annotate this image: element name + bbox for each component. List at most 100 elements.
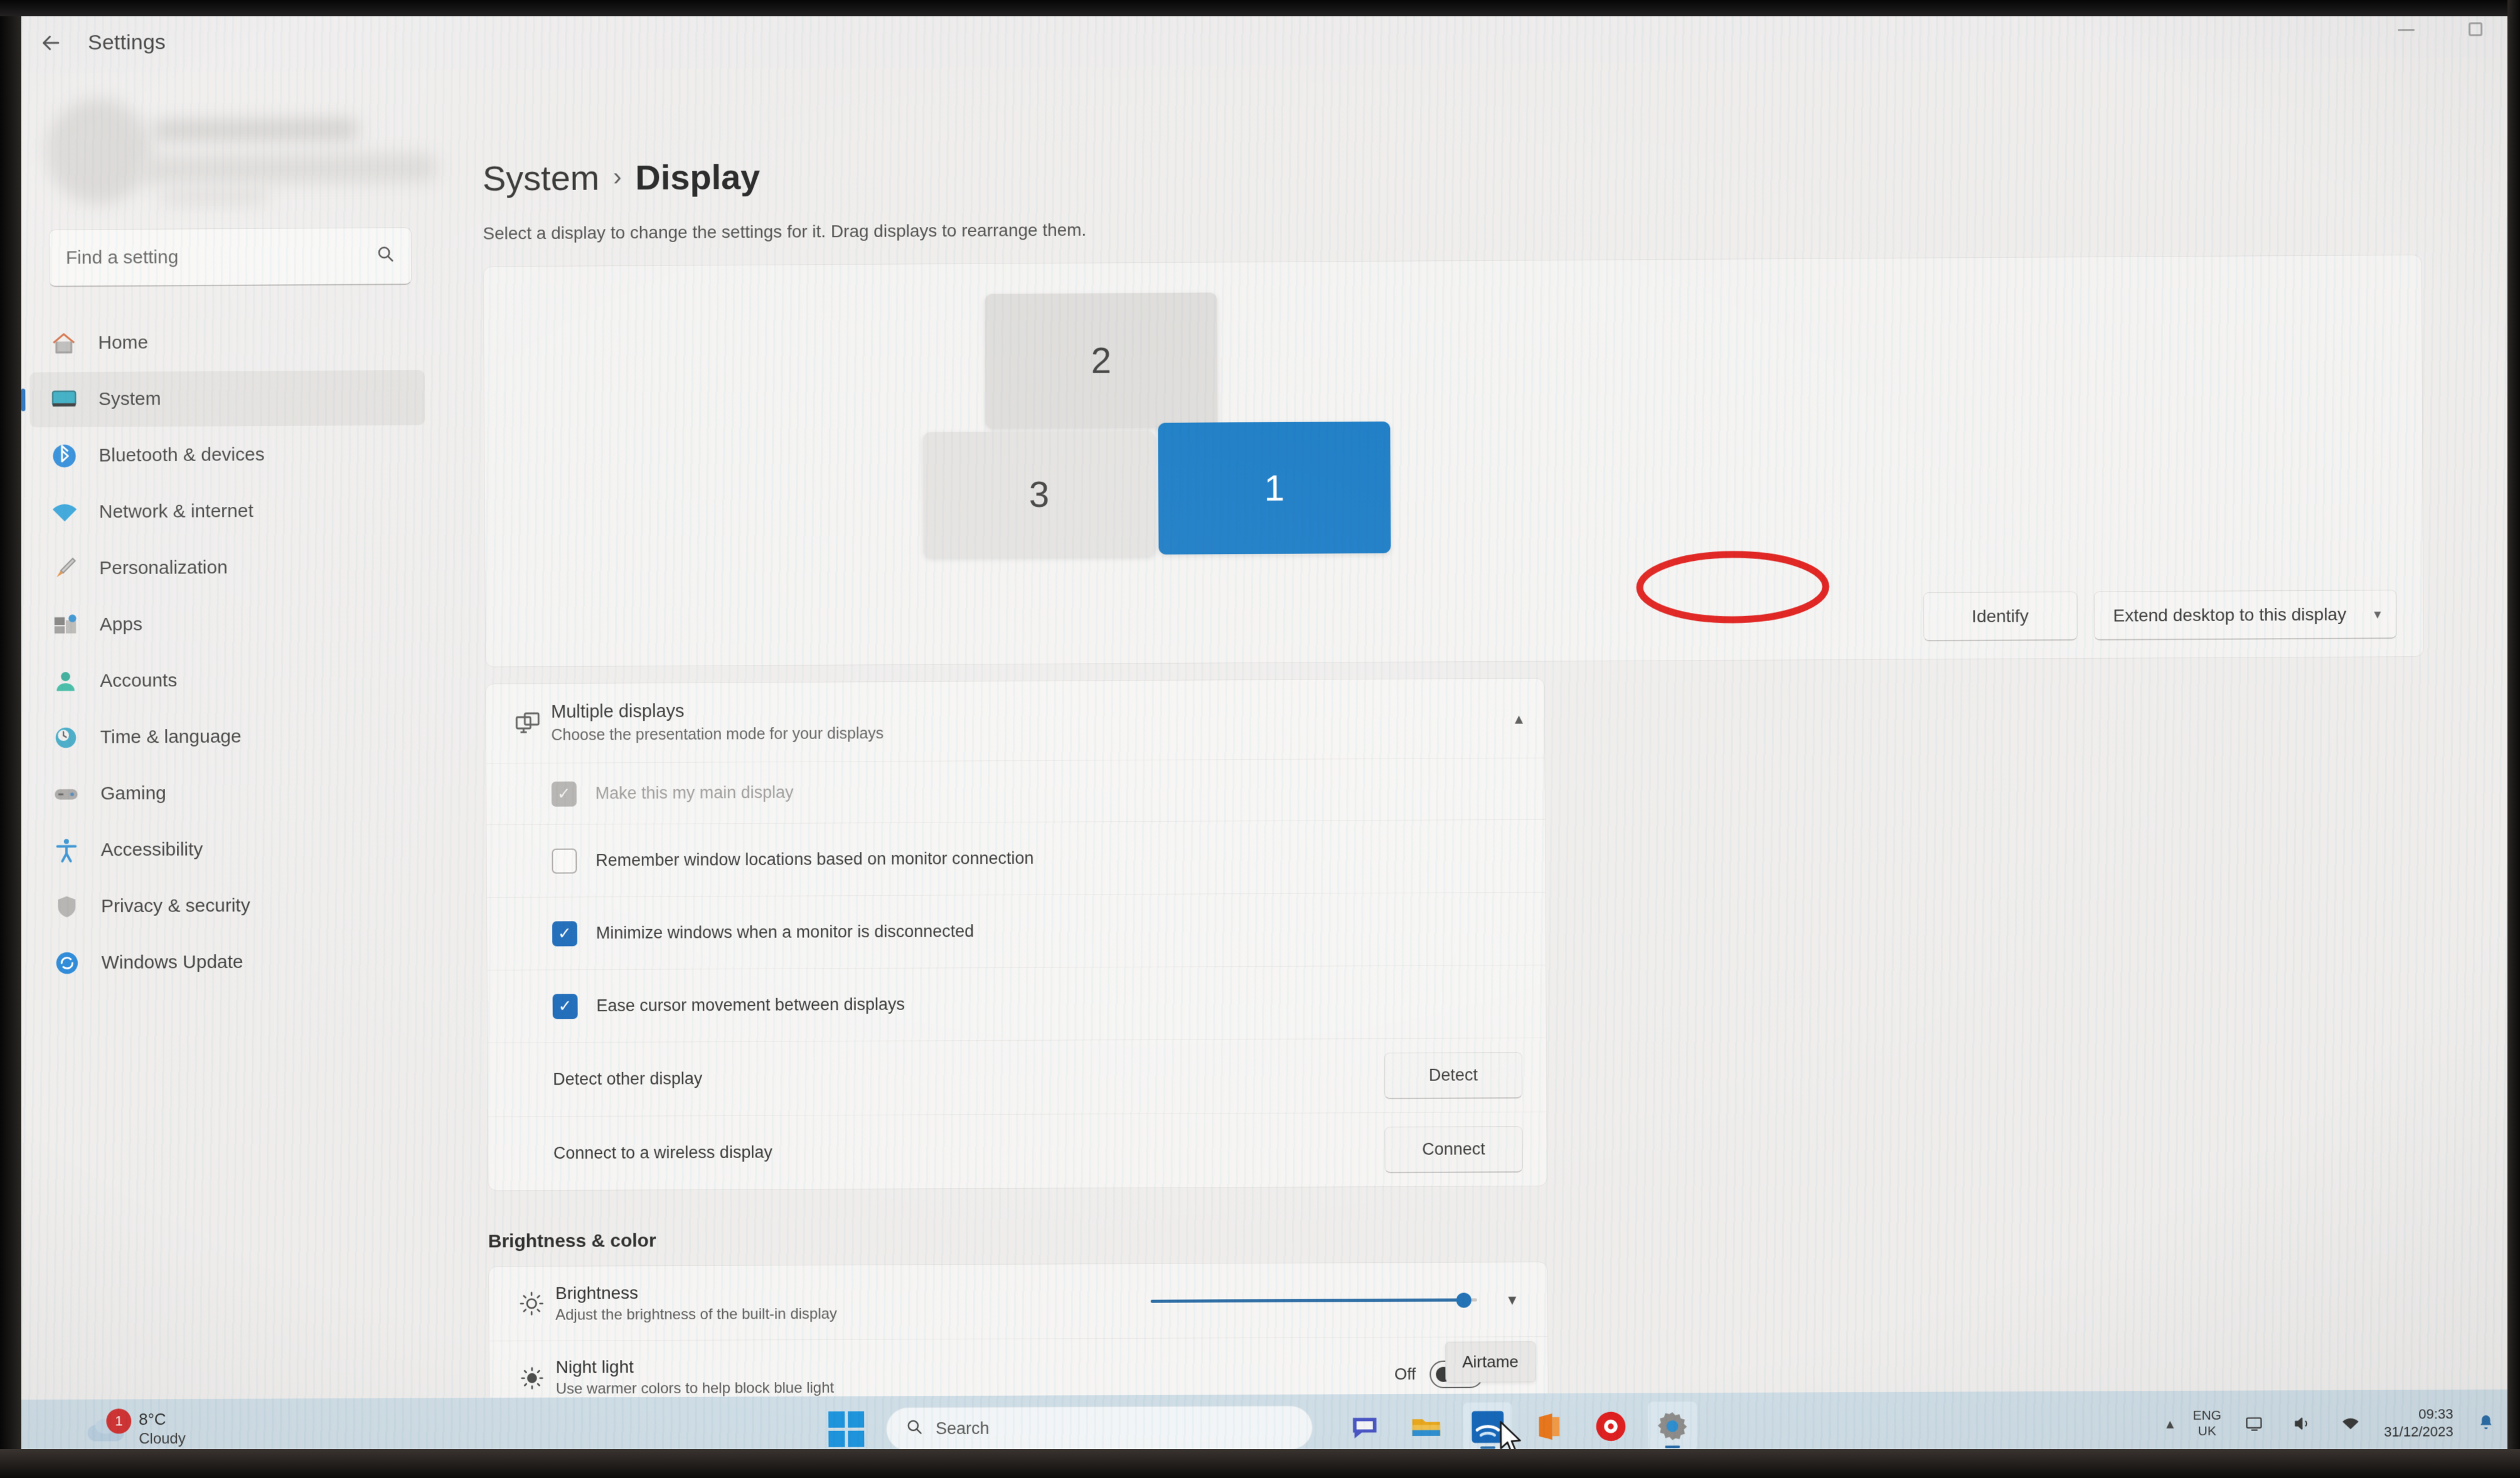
clock[interactable]: 09:33 31/12/2023 [2384, 1405, 2453, 1440]
sidebar-item-accounts[interactable]: Accounts [31, 652, 426, 709]
sidebar-item-label: Home [98, 332, 149, 353]
search-icon [376, 244, 395, 268]
brightness-color-card: Brightness Adjust the brightness of the … [488, 1262, 1549, 1398]
office-icon[interactable] [1525, 1401, 1574, 1450]
multiple-displays-subtitle: Choose the presentation mode for your di… [551, 725, 884, 744]
night-light-icon [508, 1364, 556, 1391]
restore-button[interactable] [2461, 14, 2490, 43]
clock-time: 09:33 [2418, 1406, 2453, 1422]
checkbox-main-display[interactable]: ✓ [551, 781, 577, 807]
taskbar-search[interactable]: Search [886, 1405, 1313, 1451]
sidebar-item-network-internet[interactable]: Network & internet [30, 483, 425, 540]
sidebar-item-gaming[interactable]: Gaming [31, 765, 427, 822]
multiple-displays-card: Multiple displays Choose the presentatio… [485, 678, 1548, 1191]
night-light-state: Off [1394, 1364, 1416, 1384]
sidebar-item-bluetooth-devices[interactable]: Bluetooth & devices [30, 427, 425, 484]
slider-thumb[interactable] [1456, 1292, 1472, 1308]
sidebar-item-label: Personalization [99, 557, 228, 579]
display-thumbnail-3[interactable]: 3 [922, 430, 1156, 558]
display-arrangement-panel[interactable]: 2 3 1 Identify Extend desktop to this di… [483, 254, 2425, 667]
night-light-row[interactable]: Night light Use warmer colors to help bl… [489, 1336, 1548, 1398]
sidebar-item-apps[interactable]: Apps [31, 595, 426, 652]
checkbox-row-main-display[interactable]: ✓ Make this my main display [486, 757, 1545, 825]
connect-wireless-display-label: Connect to a wireless display [553, 1142, 772, 1163]
chevron-up-icon[interactable]: ▴ [1515, 708, 1523, 728]
chevron-down-icon[interactable]: ▾ [1498, 1290, 1526, 1309]
taskbar-search-placeholder: Search [936, 1418, 990, 1438]
sidebar-item-home[interactable]: Home [29, 314, 425, 371]
sidebar-item-label: System [98, 388, 161, 410]
settings-gear-icon[interactable] [1647, 1401, 1697, 1451]
volume-icon[interactable] [2288, 1409, 2317, 1438]
brightness-slider[interactable] [1150, 1290, 1477, 1311]
connect-button[interactable]: Connect [1384, 1125, 1523, 1173]
window-controls [2391, 14, 2490, 44]
file-explorer-icon[interactable] [1402, 1402, 1451, 1451]
checkbox-minimize-windows[interactable]: ✓ [552, 920, 578, 947]
night-light-title: Night light [555, 1357, 634, 1377]
detect-other-display-row: Detect other display Detect [488, 1037, 1547, 1117]
detect-button[interactable]: Detect [1384, 1051, 1523, 1099]
brightness-row[interactable]: Brightness Adjust the brightness of the … [489, 1262, 1547, 1341]
windows-start-icon[interactable] [828, 1411, 865, 1447]
multiple-displays-icon [505, 708, 551, 738]
sidebar-item-personalization[interactable]: Personalization [31, 539, 426, 596]
checkbox-label: Minimize windows when a monitor is disco… [595, 922, 974, 943]
paintbrush-icon [47, 553, 83, 583]
chevron-up-icon[interactable]: ▴ [2166, 1415, 2174, 1433]
windows-update-icon [49, 948, 85, 978]
bluetooth-icon [46, 441, 83, 471]
breadcrumb-parent[interactable]: System [483, 157, 600, 199]
chat-icon[interactable] [1340, 1403, 1389, 1452]
bell-icon[interactable] [2472, 1408, 2500, 1436]
display-number: 2 [1091, 340, 1112, 381]
network-icon[interactable] [2336, 1408, 2365, 1437]
sidebar-item-label: Accessibility [100, 839, 203, 861]
sidebar-item-system[interactable]: System [29, 370, 425, 428]
brightness-subtitle: Adjust the brightness of the built-in di… [555, 1305, 838, 1324]
checkbox-remember-window-locations[interactable] [552, 848, 577, 874]
sidebar-item-label: Bluetooth & devices [99, 444, 265, 466]
back-button[interactable] [28, 19, 74, 66]
display-thumbnail-1-selected[interactable]: 1 [1158, 421, 1391, 555]
sidebar-item-label: Privacy & security [101, 895, 250, 917]
sidebar-item-privacy-security[interactable]: Privacy & security [32, 878, 427, 935]
sidebar-item-label: Gaming [100, 783, 166, 804]
clock-date: 31/12/2023 [2384, 1423, 2453, 1440]
accessibility-icon [48, 836, 85, 866]
profile-extra-blur [161, 188, 268, 205]
multiple-displays-header[interactable]: Multiple displays Choose the presentatio… [486, 679, 1544, 763]
connect-wireless-display-row: Connect to a wireless display Connect [488, 1111, 1547, 1191]
detect-other-display-label: Detect other display [553, 1069, 703, 1089]
screen-surface: Settings Find a setting Home System Blue… [13, 0, 2517, 1465]
checkbox-ease-cursor-movement[interactable]: ✓ [552, 993, 578, 1019]
checkbox-row-remember-window-locations[interactable]: Remember window locations based on monit… [486, 819, 1546, 898]
system-tray: ▴ ENG UK 09:33 31/12/2023 [2166, 1390, 2500, 1457]
sidebar-item-windows-update[interactable]: Windows Update [33, 934, 428, 991]
arrangement-actions: Identify Extend desktop to this display … [1923, 590, 2397, 642]
page-title: Display [635, 156, 761, 198]
minimize-button[interactable] [2391, 15, 2420, 44]
language-indicator[interactable]: ENG UK [2192, 1408, 2221, 1439]
sidebar-item-accessibility[interactable]: Accessibility [32, 821, 427, 878]
sidebar-item-time-language[interactable]: Time & language [31, 708, 427, 765]
media-player-icon[interactable] [1586, 1401, 1635, 1450]
checkbox-row-ease-cursor-movement[interactable]: ✓ Ease cursor movement between displays [487, 964, 1546, 1043]
identify-button[interactable]: Identify [1923, 591, 2078, 642]
user-profile-blurred[interactable] [13, 70, 446, 230]
projection-mode-dropdown[interactable]: Extend desktop to this display ▾ [2093, 590, 2397, 641]
taskbar-center: Search [20, 1398, 2516, 1457]
system-icon [46, 385, 82, 415]
search-input[interactable]: Find a setting [48, 227, 412, 287]
display-thumbnail-2[interactable]: 2 [985, 292, 1218, 429]
sidebar-item-label: Time & language [100, 726, 242, 748]
projection-mode-value: Extend desktop to this display [2113, 604, 2347, 625]
chevron-down-icon: ▾ [2374, 605, 2381, 622]
sidebar-item-label: Accounts [100, 670, 178, 691]
profile-email-blur [137, 153, 438, 184]
breadcrumb: System › Display [483, 146, 2421, 198]
monitor-icon[interactable] [2240, 1409, 2269, 1438]
night-light-subtitle: Use warmer colors to help block blue lig… [555, 1379, 835, 1398]
shield-icon [48, 891, 85, 922]
checkbox-row-minimize-windows[interactable]: ✓ Minimize windows when a monitor is dis… [487, 891, 1546, 970]
